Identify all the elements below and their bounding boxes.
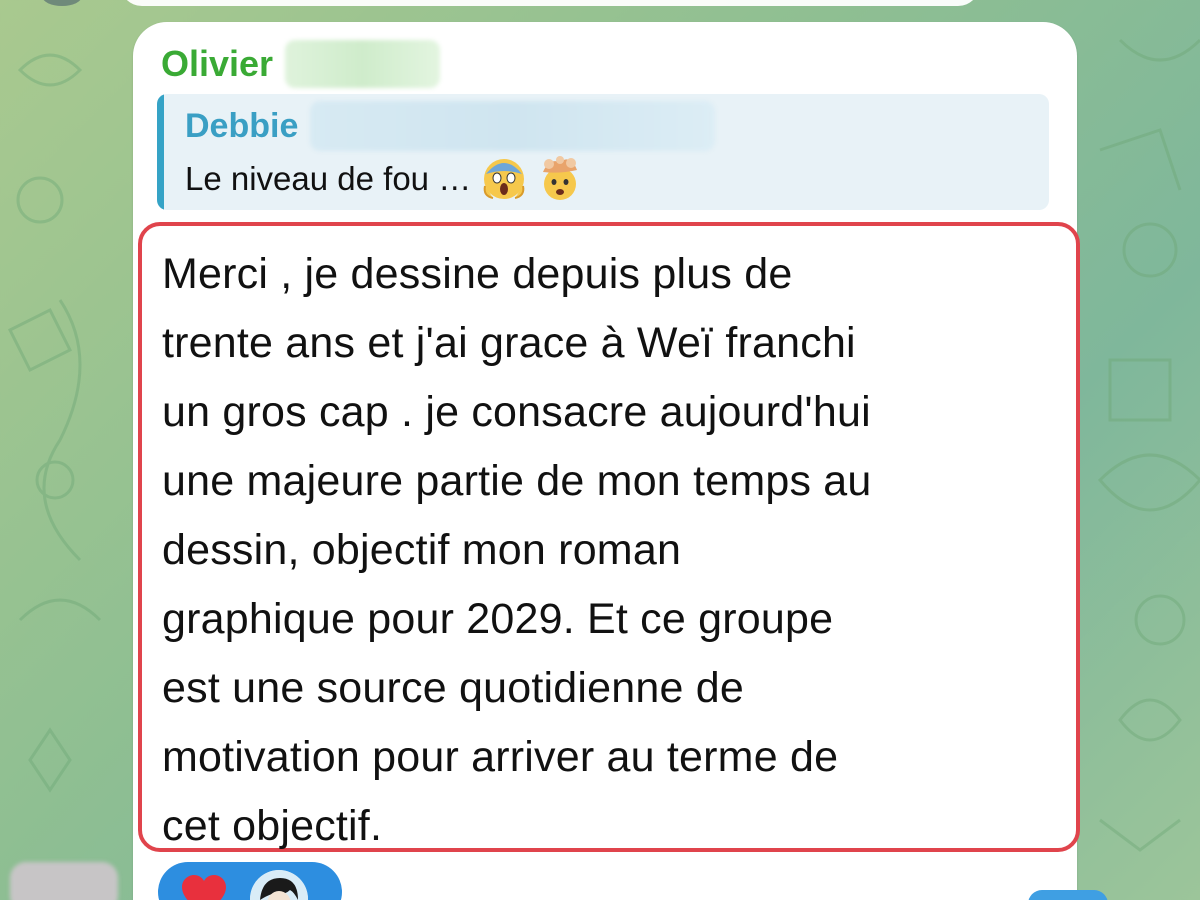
quote-accent-bar <box>157 94 164 210</box>
sender-avatar[interactable] <box>10 862 118 900</box>
face-screaming-in-fear-emoji <box>481 156 527 202</box>
quote-text: Le niveau de fou … <box>185 160 472 197</box>
blurred-sender-surname <box>285 40 441 88</box>
message-body: Merci , je dessine depuis plus de trente… <box>162 250 872 850</box>
quote-author: Debbie <box>185 106 299 145</box>
reactor-avatar <box>250 870 308 900</box>
next-message-bubble[interactable] <box>1028 890 1108 900</box>
exploding-head-emoji <box>537 156 583 202</box>
sender-name[interactable]: Olivier <box>161 43 273 85</box>
sender-row: Olivier <box>161 40 441 88</box>
quote-text-row: Le niveau de fou … <box>185 154 583 204</box>
previous-message-bubble[interactable] <box>120 0 980 6</box>
heart-icon <box>180 874 228 900</box>
reaction-pill[interactable] <box>158 862 342 900</box>
quote-author-row: Debbie <box>185 101 716 151</box>
highlighted-message-text[interactable]: Merci , je dessine depuis plus de trente… <box>138 222 1080 852</box>
reply-quote[interactable]: Debbie Le niveau de fou … <box>157 94 1049 210</box>
blurred-quote-author-surname <box>310 101 716 151</box>
